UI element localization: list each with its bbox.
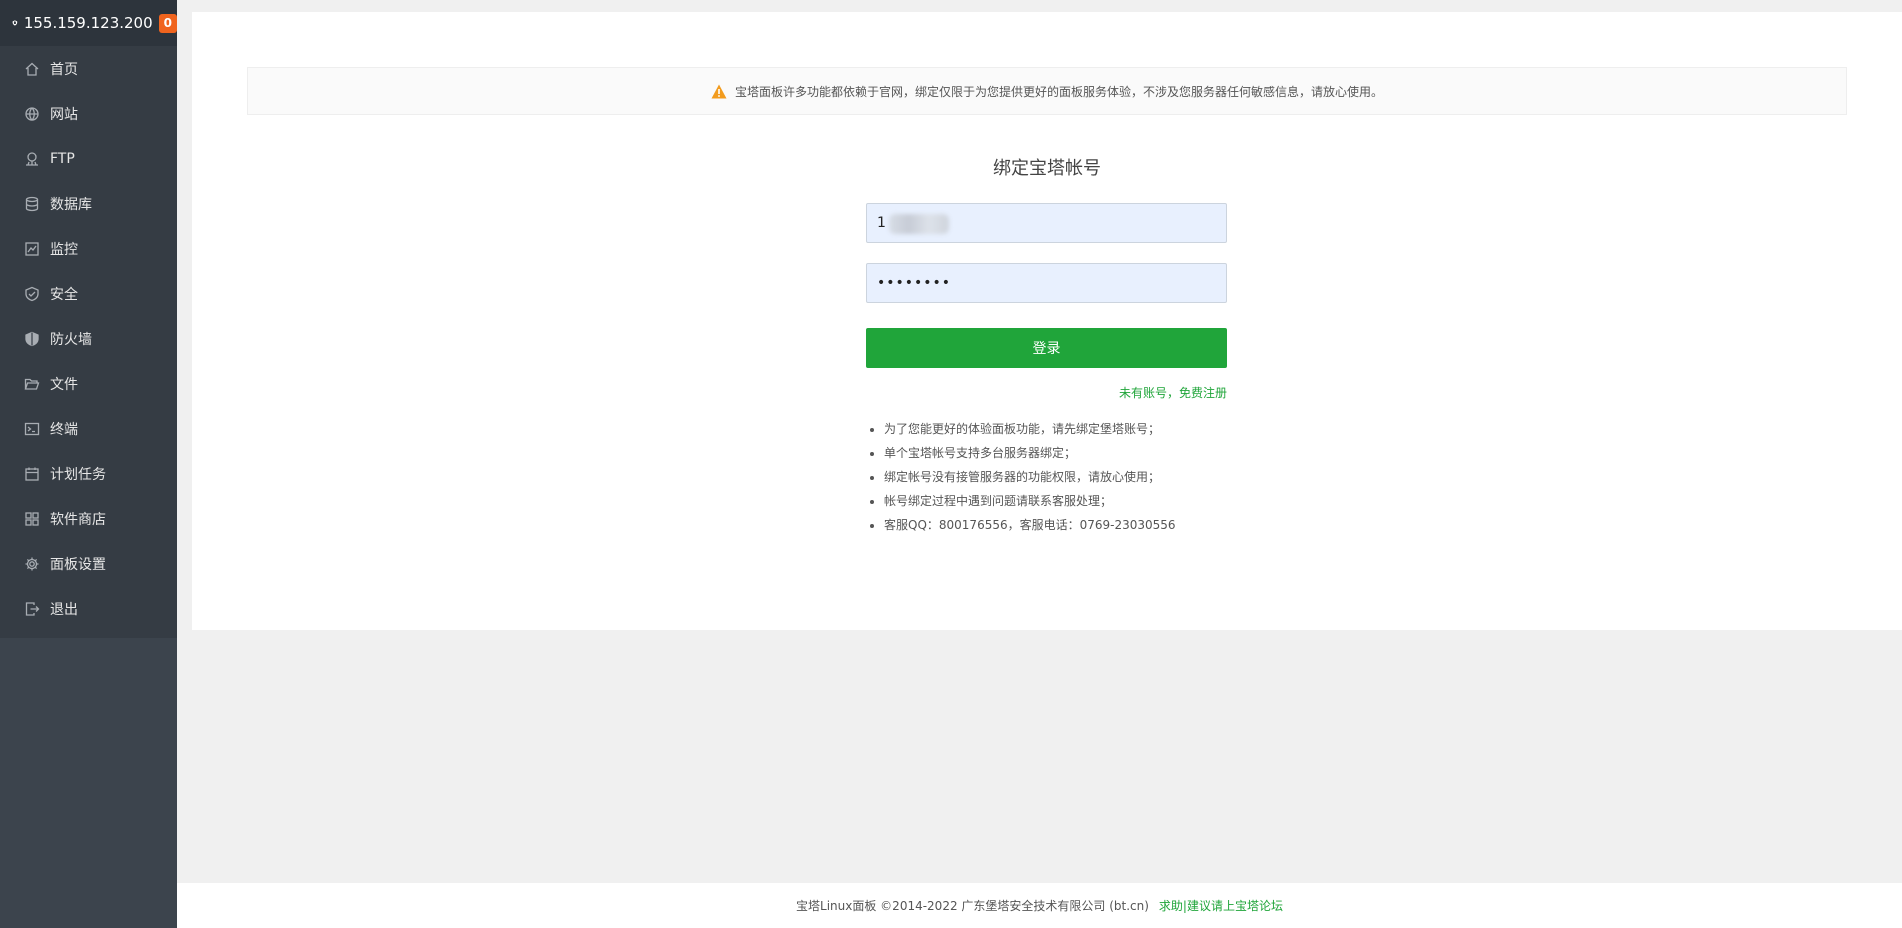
notification-badge[interactable]: 0 xyxy=(158,13,177,33)
server-ip[interactable]: 155.159.123.200 xyxy=(24,14,153,32)
firewall-icon xyxy=(25,331,39,346)
sidebar-item-home[interactable]: 首页 xyxy=(0,46,177,91)
grid-icon xyxy=(25,511,39,526)
sidebar-item-firewall[interactable]: 防火墙 xyxy=(0,316,177,361)
database-icon xyxy=(25,196,39,211)
logout-icon xyxy=(25,601,40,616)
sidebar-item-security[interactable]: 安全 xyxy=(0,271,177,316)
home-icon xyxy=(25,62,39,76)
list-item: 绑定帐号没有接管服务器的功能权限，请放心使用； xyxy=(884,465,1384,489)
sidebar-menu-bottom xyxy=(0,631,177,638)
bind-account-panel: 宝塔面板许多功能都依赖于官网，绑定仅限于为您提供更好的面板服务体验，不涉及您服务… xyxy=(192,12,1902,630)
footer: 宝塔Linux面板 ©2014-2022 广东堡塔安全技术有限公司 (bt.cn… xyxy=(177,883,1902,928)
sidebar-item-cron[interactable]: 计划任务 xyxy=(0,451,177,496)
footer-copyright: 宝塔Linux面板 ©2014-2022 广东堡塔安全技术有限公司 (bt.cn… xyxy=(796,899,1149,913)
ftp-icon xyxy=(26,151,38,166)
sidebar-item-label: 防火墙 xyxy=(50,331,92,348)
notice-text: 宝塔面板许多功能都依赖于官网，绑定仅限于为您提供更好的面板服务体验，不涉及您服务… xyxy=(734,84,1383,99)
bt-logo-icon xyxy=(12,20,18,26)
folder-icon xyxy=(24,378,40,390)
tips-list: 为了您能更好的体验面板功能，请先绑定堡塔账号； 单个宝塔帐号支持多台服务器绑定；… xyxy=(884,417,1384,537)
monitor-icon xyxy=(25,241,39,256)
sidebar-item-ftp[interactable]: FTP xyxy=(0,136,177,181)
globe-icon xyxy=(25,106,39,121)
sidebar-item-label: 文件 xyxy=(50,376,78,393)
forum-link[interactable]: 求助|建议请上宝塔论坛 xyxy=(1159,897,1283,914)
sidebar-item-label: 安全 xyxy=(50,286,78,303)
sidebar-item-app-store[interactable]: 软件商店 xyxy=(0,496,177,541)
sidebar-menu: 首页 网站 FTP 数据库 监控 安全 防火墙 文件 终端 计划任务 软件商店 … xyxy=(0,46,177,631)
login-button[interactable]: 登录 xyxy=(866,328,1227,368)
sidebar-item-logout[interactable]: 退出 xyxy=(0,586,177,631)
list-item: 为了您能更好的体验面板功能，请先绑定堡塔账号； xyxy=(884,417,1384,441)
sidebar-item-label: 面板设置 xyxy=(50,556,106,573)
sidebar-item-label: 软件商店 xyxy=(50,511,106,528)
sidebar-item-label: 终端 xyxy=(50,421,78,438)
sidebar-item-label: 首页 xyxy=(50,61,78,78)
username-input[interactable]: 1 xyxy=(866,203,1227,243)
sidebar-item-monitor[interactable]: 监控 xyxy=(0,226,177,271)
list-item: 客服QQ：800176556，客服电话：0769-23030556 xyxy=(884,513,1384,537)
gear-icon xyxy=(25,557,39,570)
password-value: •••••••• xyxy=(877,275,952,291)
list-item: 帐号绑定过程中遇到问题请联系客服处理； xyxy=(884,489,1384,513)
page-title: 绑定宝塔帐号 xyxy=(993,158,1101,179)
sidebar-item-terminal[interactable]: 终端 xyxy=(0,406,177,451)
sidebar-item-files[interactable]: 文件 xyxy=(0,361,177,406)
redacted-blur xyxy=(889,214,949,234)
password-input[interactable]: •••••••• xyxy=(866,263,1227,303)
sidebar-item-label: 监控 xyxy=(50,241,78,258)
sidebar-item-label: 网站 xyxy=(50,106,78,123)
calendar-icon xyxy=(25,467,39,481)
sidebar-item-label: 数据库 xyxy=(50,196,92,213)
sidebar-item-database[interactable]: 数据库 xyxy=(0,181,177,226)
sidebar-item-website[interactable]: 网站 xyxy=(0,91,177,136)
register-link[interactable]: 未有账号，免费注册 xyxy=(1119,384,1227,401)
username-value: 1 xyxy=(877,215,886,231)
sidebar-item-label: 计划任务 xyxy=(50,466,106,483)
sidebar-item-label: FTP xyxy=(50,150,75,167)
sidebar-header: 155.159.123.200 0 xyxy=(0,0,177,46)
shield-check-icon xyxy=(25,286,39,301)
notice-bar: 宝塔面板许多功能都依赖于官网，绑定仅限于为您提供更好的面板服务体验，不涉及您服务… xyxy=(247,67,1847,115)
sidebar-item-settings[interactable]: 面板设置 xyxy=(0,541,177,586)
sidebar-item-label: 退出 xyxy=(50,601,78,618)
sidebar: 155.159.123.200 0 首页 网站 FTP 数据库 监控 安全 防火… xyxy=(0,0,177,928)
warning-icon xyxy=(711,84,727,98)
list-item: 单个宝塔帐号支持多台服务器绑定； xyxy=(884,441,1384,465)
terminal-icon xyxy=(24,422,40,435)
